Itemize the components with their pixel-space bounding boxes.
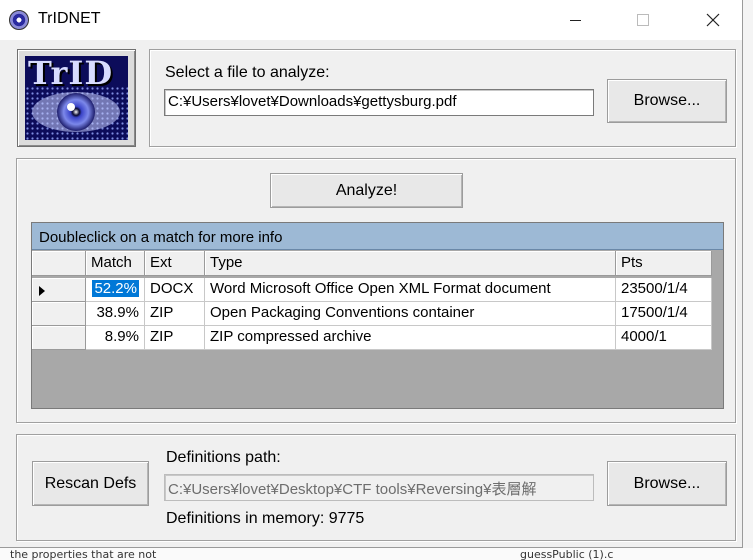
table-row-type[interactable]: ZIP compressed archive [205,326,616,350]
definitions-memory-count: Definitions in memory: 9775 [166,510,365,527]
browse-file-button[interactable]: Browse... [607,79,727,123]
table-row-match[interactable]: 8.9% [86,326,145,350]
file-select-group: Select a file to analyze: C:¥Users¥lovet… [149,49,736,147]
logo-text: TrID [28,54,114,92]
rescan-defs-button[interactable]: Rescan Defs [32,461,149,506]
table-row-pts[interactable]: 23500/1/4 [616,278,712,302]
background-text-left: the properties that are not [10,548,157,560]
definitions-path-input[interactable]: C:¥Users¥lovet¥Desktop¥CTF tools¥Reversi… [164,474,594,501]
select-file-label: Select a file to analyze: [165,64,330,81]
table-row-ext[interactable]: ZIP [145,326,205,350]
table-row-ext[interactable]: DOCX [145,278,205,302]
analyze-button[interactable]: Analyze! [270,173,463,208]
table-row-pts[interactable]: 17500/1/4 [616,302,712,326]
column-header-type[interactable]: Type [205,251,616,276]
background-window-right [742,0,753,560]
table-row-type[interactable]: Word Microsoft Office Open XML Format do… [205,278,616,302]
results-caption: Doubleclick on a match for more info [32,223,723,250]
close-icon [706,13,720,27]
match-value: 52.2% [92,280,139,297]
results-grid[interactable]: Doubleclick on a match for more info Mat… [31,222,724,409]
table-row-type[interactable]: Open Packaging Conventions container [205,302,616,326]
maximize-button[interactable] [620,0,666,40]
maximize-icon [637,14,649,26]
definitions-path-label: Definitions path: [166,449,281,466]
column-header-match[interactable]: Match [86,251,145,276]
trid-window: TrIDNET TrID Select a file to analyze: C… [0,0,743,548]
trid-logo: TrID [17,49,136,147]
row-indicator[interactable] [32,302,86,326]
browse-definitions-button[interactable]: Browse... [607,461,727,506]
row-indicator[interactable] [32,278,86,302]
column-header-ext[interactable]: Ext [145,251,205,276]
header-indicator [32,251,86,276]
table-row-pts[interactable]: 4000/1 [616,326,712,350]
table-row-match[interactable]: 52.2% [86,278,145,302]
close-button[interactable] [690,0,736,40]
definitions-group: Rescan Defs Definitions path: C:¥Users¥l… [16,434,736,541]
title-bar[interactable]: TrIDNET [0,0,742,40]
background-text-right: guessPublic (1).c [520,548,614,560]
column-header-pts[interactable]: Pts [616,251,712,276]
current-row-arrow-icon [39,286,45,296]
file-path-input[interactable]: C:¥Users¥lovet¥Downloads¥gettysburg.pdf [164,89,594,116]
row-indicator[interactable] [32,326,86,350]
minimize-button[interactable] [552,0,598,40]
trid-eye-icon[interactable] [9,10,29,30]
minimize-icon [569,19,581,21]
table-row-match[interactable]: 38.9% [86,302,145,326]
window-title: TrIDNET [38,10,101,27]
table-row-ext[interactable]: ZIP [145,302,205,326]
